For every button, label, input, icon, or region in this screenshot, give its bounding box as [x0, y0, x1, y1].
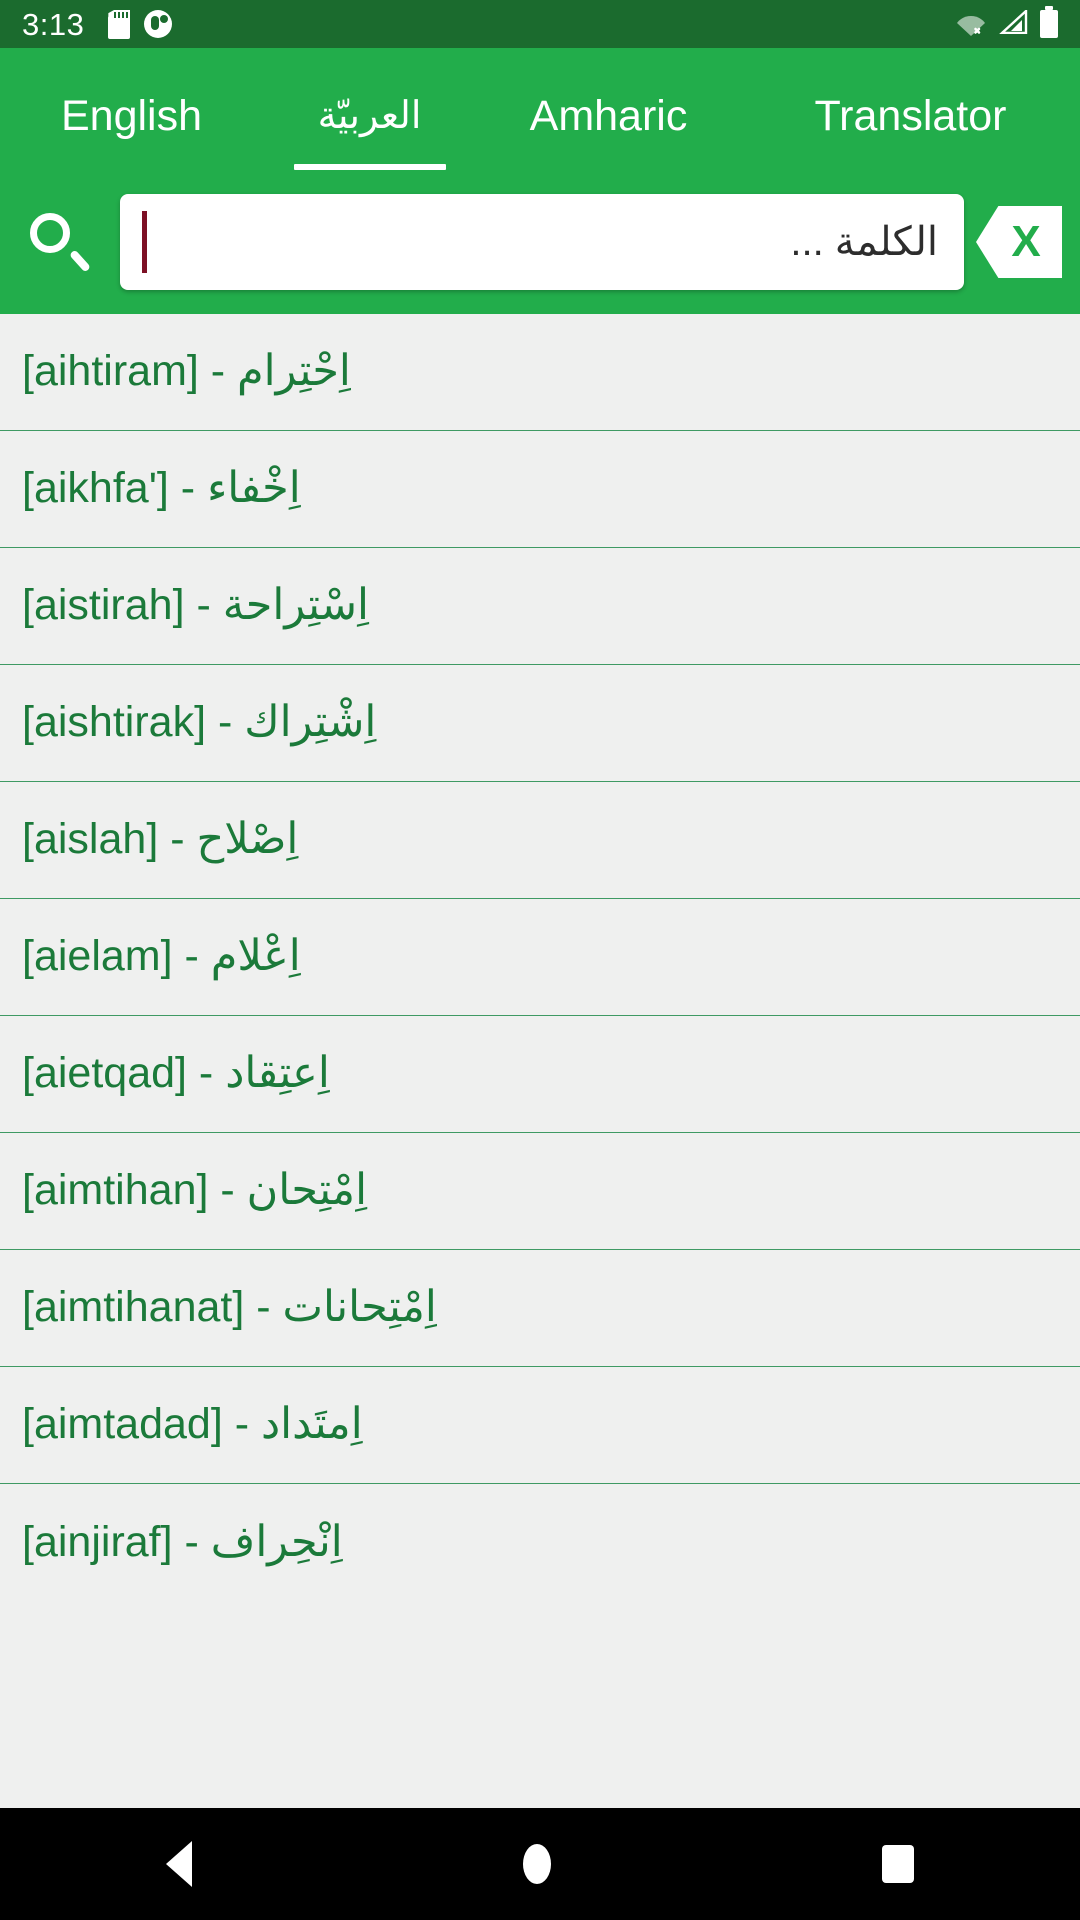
word-entry: اِمْتِحان - [aimtihan]: [22, 1166, 368, 1215]
word-entry: اِعتِقاد - [aietqad]: [22, 1049, 330, 1098]
list-item[interactable]: اِنْحِراف - [ainjiraf]: [0, 1484, 1080, 1601]
tab-english-label: English: [60, 91, 203, 140]
word-entry: اِشْتِراك - [aishtirak]: [22, 698, 377, 747]
back-button-icon[interactable]: [165, 1841, 192, 1887]
list-item[interactable]: اِعتِقاد - [aietqad]: [0, 1016, 1080, 1133]
app-notification-icon: [144, 10, 173, 38]
search-input[interactable]: الكلمة ...: [120, 194, 964, 290]
status-time: 3:13: [22, 6, 85, 42]
list-item[interactable]: اِشْتِراك - [aishtirak]: [0, 665, 1080, 782]
list-item[interactable]: اِمْتِحانات - [aimtihanat]: [0, 1250, 1080, 1367]
wifi-off-icon: [956, 12, 986, 36]
tab-arabic-indicator: [293, 164, 446, 170]
word-entry: اِنْحِراف - [ainjiraf]: [22, 1517, 343, 1566]
list-item[interactable]: اِخْفاء - ['aikhfa]: [0, 431, 1080, 548]
word-list[interactable]: اِحْتِرام - [aihtiram] اِخْفاء - ['aikhf…: [0, 314, 1080, 1920]
list-item[interactable]: اِمْتِحان - [aimtihan]: [0, 1133, 1080, 1250]
sd-card-icon: [108, 9, 131, 39]
list-item[interactable]: اِحْتِرام - [aihtiram]: [0, 314, 1080, 431]
word-entry: اِعْلام - [aielam]: [22, 932, 301, 981]
search-row: الكلمة ... X: [0, 170, 1080, 314]
status-bar: 3:13: [0, 0, 1080, 48]
list-item[interactable]: اِصْلاح - [aislah]: [0, 782, 1080, 899]
search-placeholder: الكلمة ...: [790, 220, 938, 264]
status-left-icons: [108, 9, 173, 39]
recents-button-icon[interactable]: [882, 1845, 915, 1883]
close-icon: X: [1011, 217, 1041, 266]
tab-arabic-label: العربيّة: [317, 95, 422, 138]
list-item[interactable]: اِعْلام - [aielam]: [0, 899, 1080, 1016]
status-right-icons: [956, 6, 1058, 39]
tab-amharic-label: Amharic: [529, 91, 688, 140]
search-icon[interactable]: [26, 207, 96, 277]
word-entry: اِسْتِراحة - [aistirah]: [22, 581, 369, 630]
android-nav-bar: [0, 1808, 1080, 1920]
battery-icon: [1040, 6, 1058, 38]
clear-search-button[interactable]: X: [976, 206, 1062, 278]
word-entry: اِحْتِرام - [aihtiram]: [22, 347, 351, 396]
home-button-icon[interactable]: [522, 1844, 551, 1884]
word-entry: اِخْفاء - ['aikhfa]: [22, 464, 301, 513]
app-bar: English العربيّة Amharic Translator الكل…: [0, 48, 1080, 314]
tab-translator-label: Translator: [814, 91, 1007, 140]
tab-translator[interactable]: Translator: [741, 48, 1080, 170]
word-entry: اِصْلاح - [aislah]: [22, 815, 299, 864]
tab-bar: English العربيّة Amharic Translator: [0, 48, 1080, 170]
tab-arabic[interactable]: العربيّة: [263, 48, 476, 170]
tab-amharic[interactable]: Amharic: [476, 48, 741, 170]
word-entry: اِمْتِحانات - [aimtihanat]: [22, 1283, 437, 1332]
list-item[interactable]: اِمتَداد - [aimtadad]: [0, 1367, 1080, 1484]
cellular-signal-icon: [998, 7, 1028, 39]
list-item[interactable]: اِسْتِراحة - [aistirah]: [0, 548, 1080, 665]
tab-english[interactable]: English: [0, 48, 263, 170]
word-entry: اِمتَداد - [aimtadad]: [22, 1400, 363, 1449]
